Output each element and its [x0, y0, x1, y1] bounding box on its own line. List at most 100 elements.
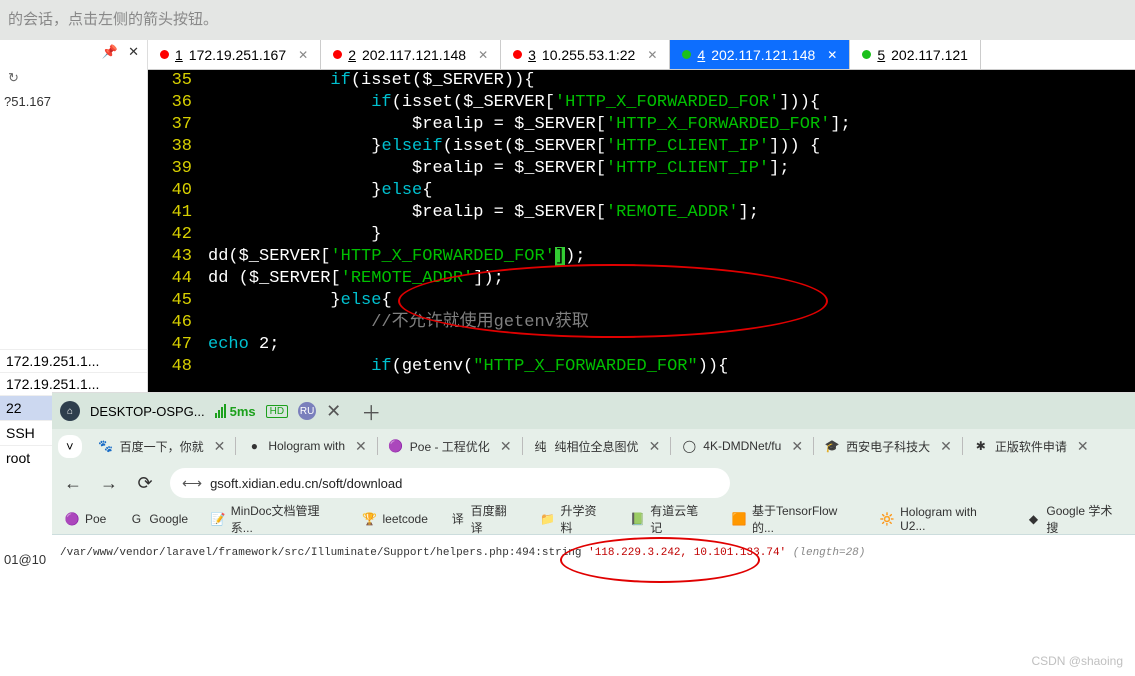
tab-favicon: ✱	[973, 438, 989, 454]
session-properties: 22 SSH root	[0, 395, 52, 470]
panel-controls: 📌 ✕	[0, 40, 147, 64]
reload-button[interactable]: ⟳	[134, 473, 156, 494]
prop-cell[interactable]: root	[0, 445, 52, 470]
tab-close-icon[interactable]: ✕	[647, 48, 657, 62]
pin-icon[interactable]: 📌	[102, 44, 118, 60]
code-editor[interactable]: 35 if(isset($_SERVER)){36 if(isset($_SER…	[148, 70, 1135, 394]
tab-close-icon[interactable]: ✕	[827, 48, 837, 62]
back-button[interactable]: ←	[62, 473, 84, 494]
refresh-icon[interactable]: ↻	[8, 70, 19, 86]
browser-tab[interactable]: 🐾 百度一下，你就 ✕	[90, 432, 234, 460]
bookmark-item[interactable]: ◆Google 学术搜	[1026, 502, 1123, 536]
code-line[interactable]: 35 if(isset($_SERVER)){	[148, 70, 1135, 92]
tab-close-icon[interactable]: ✕	[649, 438, 661, 455]
tab-title: 4K-DMDNet/fu	[703, 439, 781, 453]
code-line[interactable]: 42 }	[148, 224, 1135, 246]
tab-number: 1	[175, 47, 183, 63]
browser-tab[interactable]: ◯4K-DMDNet/fu✕	[673, 432, 811, 460]
editor-tab[interactable]: 5 202.117.121	[850, 40, 981, 69]
code-line[interactable]: 41 $realip = $_SERVER['REMOTE_ADDR'];	[148, 202, 1135, 224]
tab-close-icon[interactable]: ✕	[791, 438, 803, 455]
code-line[interactable]: 36 if(isset($_SERVER['HTTP_X_FORWARDED_F…	[148, 92, 1135, 114]
tab-title: 纯相位全息图优	[555, 438, 639, 455]
code-line[interactable]: 46 //不允许就使用getenv获取	[148, 312, 1135, 334]
bookmark-item[interactable]: GGoogle	[128, 511, 188, 527]
bookmark-favicon: 📁	[540, 511, 556, 527]
tab-close-icon[interactable]: ✕	[500, 438, 512, 455]
address-bar[interactable]: ⟷ gsoft.xidian.edu.cn/soft/download	[170, 468, 730, 498]
code-line[interactable]: 48 if(getenv("HTTP_X_FORWARDED_FOR")){	[148, 356, 1135, 378]
bookmark-item[interactable]: 🔆Hologram with U2...	[879, 505, 1003, 533]
list-item[interactable]: 172.19.251.1...	[0, 349, 147, 372]
tab-title: 百度一下，你就	[120, 438, 204, 455]
browser-tab[interactable]: 🎓西安电子科技大✕	[816, 432, 960, 460]
app-hint-bar: 的会话，点击左侧的箭头按钮。	[0, 0, 1135, 40]
tab-label: 172.19.251.167	[189, 47, 286, 63]
bookmark-label: 基于TensorFlow的...	[752, 502, 857, 536]
tab-close-icon[interactable]: ✕	[1077, 438, 1089, 455]
browser-tab[interactable]: ●Hologram with✕	[238, 432, 374, 460]
watermark: CSDN @shaoing	[1031, 654, 1123, 668]
tabs-dropdown-icon[interactable]: ˅	[58, 435, 82, 458]
status-dot-icon	[862, 50, 871, 59]
tab-title: Hologram with	[268, 439, 345, 453]
editor-tab[interactable]: 3 10.255.53.1:22✕	[501, 40, 670, 69]
tab-close-icon[interactable]: ✕	[298, 48, 308, 62]
session-side-panel: 📌 ✕ ↻ ?51.167 172.19.251.1...172.19.251.…	[0, 40, 148, 395]
bookmark-item[interactable]: 📝MinDoc文档管理系...	[210, 502, 339, 536]
tab-label: 202.117.121	[891, 47, 968, 63]
new-tab-button[interactable]: ＋	[361, 397, 381, 426]
string-value: '118.229.3.242, 10.101.133.74'	[588, 547, 786, 559]
code-line[interactable]: 40 }else{	[148, 180, 1135, 202]
code-line[interactable]: 45 }else{	[148, 290, 1135, 312]
bookmark-item[interactable]: 译百度翻译	[450, 502, 518, 536]
bookmarks-bar: 🟣Poe GGoogle 📝MinDoc文档管理系... 🏆leetcode 译百度翻译…	[52, 503, 1135, 535]
close-icon[interactable]: ✕	[128, 44, 139, 60]
tab-number: 3	[528, 47, 536, 63]
line-number: 36	[148, 92, 208, 114]
bookmark-item[interactable]: 📁升学资料	[540, 502, 608, 536]
line-number: 44	[148, 268, 208, 290]
code-line[interactable]: 38 }elseif(isset($_SERVER['HTTP_CLIENT_I…	[148, 136, 1135, 158]
prop-cell[interactable]: SSH	[0, 420, 52, 445]
editor-tab[interactable]: 4 202.117.121.148✕	[670, 40, 850, 69]
browser-tab[interactable]: 🟣Poe - 工程优化✕	[380, 432, 520, 460]
tab-label: 202.117.121.148	[711, 47, 815, 63]
bookmark-favicon: 🟧	[731, 511, 747, 527]
bookmark-item[interactable]: 🟣Poe	[64, 511, 106, 527]
bookmark-label: MinDoc文档管理系...	[231, 502, 340, 536]
window-favicon: ⌂	[60, 401, 80, 421]
editor-tab[interactable]: 2 202.117.121.148✕	[321, 40, 501, 69]
editor-tab[interactable]: 1 172.19.251.167 ✕	[148, 40, 321, 69]
bookmark-item[interactable]: 📗有道云笔记	[630, 502, 710, 536]
bookmark-item[interactable]: 🏆leetcode	[362, 511, 428, 527]
type-label: string	[542, 547, 582, 559]
tab-favicon: 🟣	[388, 438, 404, 454]
code-line[interactable]: 43dd($_SERVER['HTTP_X_FORWARDED_FOR']);	[148, 246, 1135, 268]
line-number: 42	[148, 224, 208, 246]
tree-item[interactable]: ?51.167	[0, 92, 147, 111]
code-line[interactable]: 47echo 2;	[148, 334, 1135, 356]
bookmark-item[interactable]: 🟧 基于TensorFlow的...	[731, 502, 857, 536]
forward-button[interactable]: →	[98, 473, 120, 494]
hint-text: 的会话，点击左侧的箭头按钮。	[8, 11, 218, 28]
browser-tab[interactable]: ✱正版软件申请✕	[965, 432, 1097, 460]
site-settings-icon[interactable]: ⟷	[182, 475, 202, 492]
tab-close-icon[interactable]: ✕	[355, 438, 367, 455]
code-line[interactable]: 44dd ($_SERVER['REMOTE_ADDR']);	[148, 268, 1135, 290]
window-close-icon[interactable]: ✕	[326, 401, 341, 422]
prop-cell[interactable]: 22	[0, 395, 52, 420]
browser-window: ⌂ DESKTOP-OSPG... 5ms HD RU ✕ ＋ ˅ 🐾百度一下，…	[52, 392, 1135, 676]
tab-close-icon[interactable]: ✕	[214, 438, 226, 455]
tab-close-icon[interactable]: ✕	[478, 48, 488, 62]
bookmark-favicon: 译	[450, 511, 466, 527]
tab-close-icon[interactable]: ✕	[940, 438, 952, 455]
code-line[interactable]: 37 $realip = $_SERVER['HTTP_X_FORWARDED_…	[148, 114, 1135, 136]
browser-tab[interactable]: 纯纯相位全息图优✕	[525, 432, 669, 460]
code-line[interactable]: 39 $realip = $_SERVER['HTTP_CLIENT_IP'];	[148, 158, 1135, 180]
bookmark-favicon: 🟣	[64, 511, 80, 527]
tab-favicon: 🐾	[98, 438, 114, 454]
page-content: /var/www/vendor/laravel/framework/src/Il…	[52, 535, 1135, 665]
file-path: /var/www/vendor/laravel/framework/src/Il…	[60, 547, 542, 559]
length-note: (length=28)	[793, 547, 866, 559]
